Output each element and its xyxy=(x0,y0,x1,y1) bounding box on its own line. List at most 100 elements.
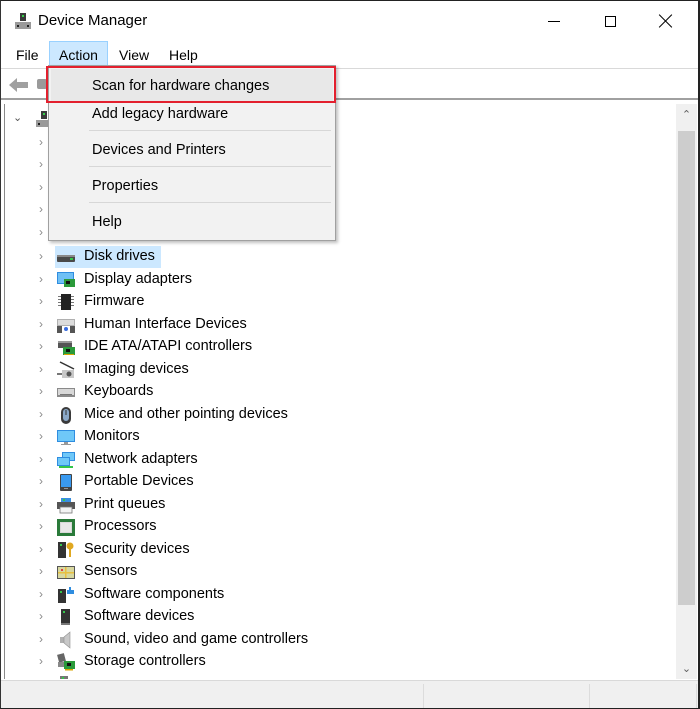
tree-item-monitors[interactable]: › Monitors xyxy=(5,426,665,448)
expand-chevron-icon[interactable]: › xyxy=(39,339,43,353)
expand-chevron-icon[interactable]: › xyxy=(39,249,43,263)
tree-item-label: Imaging devices xyxy=(84,361,189,377)
tree-item-label: Processors xyxy=(84,518,157,534)
menu-separator xyxy=(89,202,331,203)
tree-item-sensors[interactable]: › Sensors xyxy=(5,561,665,583)
tree-item-processors[interactable]: › Processors xyxy=(5,516,665,538)
expand-chevron-icon[interactable]: › xyxy=(39,497,43,511)
chevron-down-icon: ⌄ xyxy=(681,663,692,675)
expand-chevron-icon[interactable]: › xyxy=(39,294,43,308)
menu-item-label: Devices and Printers xyxy=(92,142,226,158)
menu-item-help[interactable]: Help xyxy=(51,205,333,239)
menu-item-add-legacy-hardware[interactable]: Add legacy hardware xyxy=(51,97,333,131)
expand-chevron-icon[interactable]: › xyxy=(39,272,43,286)
tree-item-label: Monitors xyxy=(84,428,140,444)
scrollbar-thumb[interactable] xyxy=(678,131,695,605)
device-manager-icon xyxy=(15,13,31,29)
device-manager-window: Device Manager File Action View Help ⌄ ›… xyxy=(0,0,700,709)
tree-item-network-adapters[interactable]: › Network adapters xyxy=(5,449,665,471)
disk-drive-icon xyxy=(57,255,75,262)
menu-item-label: Properties xyxy=(92,178,159,194)
tree-item-display-adapters[interactable]: › Display adapters xyxy=(5,269,665,291)
expand-chevron-icon[interactable]: › xyxy=(39,225,43,239)
menu-item-label: Help xyxy=(92,214,122,230)
menu-separator xyxy=(89,130,331,131)
vertical-scrollbar[interactable]: ⌃ ⌄ xyxy=(676,104,697,679)
ide-controller-icon xyxy=(58,341,75,355)
expand-chevron-icon[interactable]: › xyxy=(39,632,43,646)
tree-item-disk-drives[interactable]: › Disk drives xyxy=(5,246,665,268)
tree-item-human-interface-devices[interactable]: › Human Interface Devices xyxy=(5,314,665,336)
minimize-button[interactable] xyxy=(531,1,577,41)
tree-item-label: Network adapters xyxy=(84,451,198,467)
processor-icon xyxy=(57,519,75,536)
expand-chevron-icon[interactable]: › xyxy=(39,452,43,466)
menu-item-devices-and-printers[interactable]: Devices and Printers xyxy=(51,133,333,167)
tree-row-partial[interactable] xyxy=(5,674,665,679)
expand-chevron-icon[interactable]: › xyxy=(39,157,43,171)
expand-chevron-icon[interactable]: › xyxy=(39,135,43,149)
expand-chevron-icon[interactable]: › xyxy=(39,362,43,376)
tree-item-label: Sensors xyxy=(84,563,138,579)
camera-icon xyxy=(57,361,75,378)
keyboard-icon xyxy=(57,388,75,397)
printer-icon xyxy=(57,498,75,514)
tree-item-keyboards[interactable]: › Keyboards xyxy=(5,381,665,403)
display-adapter-icon xyxy=(57,272,75,287)
tree-item-mice-and-other-pointing-devices[interactable]: › Mice and other pointing devices xyxy=(5,404,665,426)
tree-item-firmware[interactable]: › Firmware xyxy=(5,291,665,313)
expand-chevron-icon[interactable]: › xyxy=(39,384,43,398)
tree-item-label: IDE ATA/ATAPI controllers xyxy=(84,338,253,354)
scroll-down-button[interactable]: ⌄ xyxy=(676,658,697,679)
title-bar: Device Manager xyxy=(1,1,698,41)
tree-item-label: Sound, video and game controllers xyxy=(84,631,309,647)
menu-item-properties[interactable]: Properties xyxy=(51,169,333,203)
expand-chevron-icon[interactable]: › xyxy=(39,609,43,623)
tree-item-label: Firmware xyxy=(84,293,145,309)
menu-action[interactable]: Action xyxy=(49,41,108,68)
menu-separator xyxy=(89,166,331,167)
menu-item-label: Add legacy hardware xyxy=(92,106,229,122)
tree-item-label: Storage controllers xyxy=(84,653,206,669)
tree-item-label: Mice and other pointing devices xyxy=(84,406,288,422)
status-divider xyxy=(696,684,697,708)
security-key-icon xyxy=(58,542,74,558)
scroll-up-button[interactable]: ⌃ xyxy=(676,104,697,125)
menu-view[interactable]: View xyxy=(112,41,156,68)
software-component-icon xyxy=(58,587,74,603)
close-button[interactable] xyxy=(643,1,689,41)
expand-chevron-icon[interactable]: › xyxy=(39,202,43,216)
expand-chevron-icon[interactable]: › xyxy=(39,654,43,668)
expand-chevron-icon[interactable]: › xyxy=(39,317,43,331)
tree-item-portable-devices[interactable]: › Portable Devices xyxy=(5,471,665,493)
mouse-icon xyxy=(61,407,71,424)
tree-item-security-devices[interactable]: › Security devices xyxy=(5,539,665,561)
tree-item-ide-ata-atapi-controllers[interactable]: › IDE ATA/ATAPI controllers xyxy=(5,336,665,358)
maximize-button[interactable] xyxy=(587,1,633,41)
menu-file[interactable]: File xyxy=(9,41,46,68)
expand-chevron-icon[interactable]: › xyxy=(39,429,43,443)
tree-item-sound-video-and-game-controllers[interactable]: › Sound, video and game controllers xyxy=(5,629,665,651)
tree-item-software-devices[interactable]: › Software devices xyxy=(5,606,665,628)
forward-icon[interactable] xyxy=(37,79,47,89)
expand-chevron-icon[interactable]: › xyxy=(39,587,43,601)
tree-item-print-queues[interactable]: › Print queues xyxy=(5,494,665,516)
expand-chevron-icon[interactable]: › xyxy=(39,542,43,556)
expand-chevron-icon[interactable]: › xyxy=(39,180,43,194)
tree-item-label: Portable Devices xyxy=(84,473,194,489)
expand-chevron-icon[interactable]: › xyxy=(39,407,43,421)
action-menu: Scan for hardware changes Add legacy har… xyxy=(48,65,336,241)
tree-item-software-components[interactable]: › Software components xyxy=(5,584,665,606)
back-arrow-icon[interactable] xyxy=(8,76,30,94)
tree-item-storage-controllers[interactable]: › Storage controllers xyxy=(5,651,665,673)
tree-item-label: Human Interface Devices xyxy=(84,316,247,332)
collapse-chevron-icon[interactable]: ⌄ xyxy=(13,111,22,124)
menu-help[interactable]: Help xyxy=(162,41,205,68)
chevron-up-icon: ⌃ xyxy=(681,109,692,121)
tree-item-label: Software devices xyxy=(84,608,195,624)
tree-item-imaging-devices[interactable]: › Imaging devices xyxy=(5,359,665,381)
expand-chevron-icon[interactable]: › xyxy=(39,474,43,488)
expand-chevron-icon[interactable]: › xyxy=(39,519,43,533)
tree-item-label: Disk drives xyxy=(84,248,155,264)
expand-chevron-icon[interactable]: › xyxy=(39,564,43,578)
